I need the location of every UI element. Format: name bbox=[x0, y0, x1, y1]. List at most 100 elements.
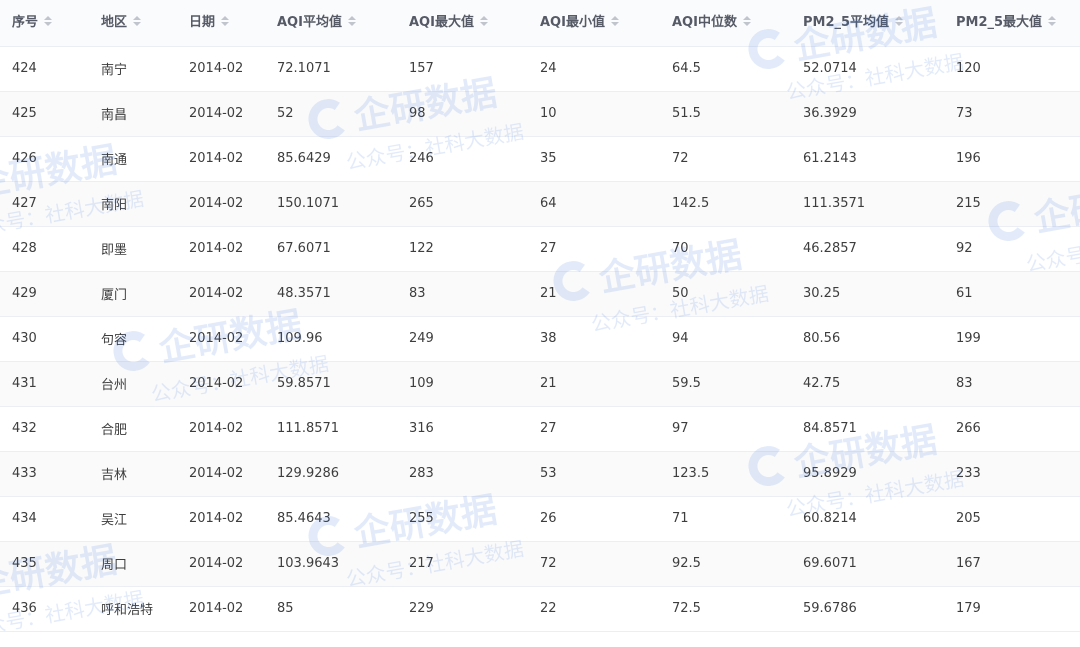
table-cell-aqi_min: 53 bbox=[528, 451, 660, 497]
sort-descending-icon[interactable] bbox=[133, 21, 142, 26]
table-cell-idx: 430 bbox=[0, 316, 89, 362]
column-header-date[interactable]: 日期 bbox=[177, 0, 265, 47]
table-cell-region: 吴江 bbox=[89, 496, 177, 542]
sort-ascending-icon[interactable] bbox=[479, 15, 488, 20]
table-row[interactable]: 428 即墨 2014-02 67.6071 122 27 70 46.2857 92 bbox=[0, 226, 1080, 272]
table-cell-pm25_max: 73 bbox=[944, 91, 1080, 137]
table-cell-date: 2014-02 bbox=[177, 496, 265, 542]
sort-ascending-icon[interactable] bbox=[347, 15, 356, 20]
column-header-label: AQI中位数 bbox=[672, 15, 737, 30]
table-cell-date: 2014-02 bbox=[177, 46, 265, 92]
table-cell-aqi_avg: 59.8571 bbox=[265, 361, 397, 407]
table-cell-aqi_min: 72 bbox=[528, 541, 660, 587]
column-header-idx[interactable]: 序号 bbox=[0, 0, 89, 47]
column-header-region[interactable]: 地区 bbox=[89, 0, 177, 47]
sort-descending-icon[interactable] bbox=[610, 21, 619, 26]
table-row[interactable]: 434 吴江 2014-02 85.4643 255 26 71 60.8214 205 bbox=[0, 496, 1080, 542]
table-row[interactable]: 436 呼和浩特 2014-02 85 229 22 72.5 59.6786 179 bbox=[0, 586, 1080, 632]
table-row[interactable]: 426 南通 2014-02 85.6429 246 35 72 61.2143 196 bbox=[0, 136, 1080, 182]
table-cell-aqi_median: 72.5 bbox=[660, 586, 791, 632]
column-header-pm25_avg[interactable]: PM2_5平均值 bbox=[791, 0, 944, 47]
column-header-aqi_avg[interactable]: AQI平均值 bbox=[265, 0, 397, 47]
sort-ascending-icon[interactable] bbox=[610, 15, 619, 20]
table-cell-aqi_median: 64.5 bbox=[660, 46, 791, 92]
sort-descending-icon[interactable] bbox=[44, 21, 53, 26]
table-cell-pm25_max: 233 bbox=[944, 451, 1080, 497]
column-header-pm25_max[interactable]: PM2_5最大值 bbox=[944, 0, 1080, 47]
table-cell-aqi_avg: 111.8571 bbox=[265, 406, 397, 452]
table-cell-aqi_max: 283 bbox=[397, 451, 528, 497]
sort-descending-icon[interactable] bbox=[895, 21, 904, 26]
table-cell-aqi_median: 50 bbox=[660, 271, 791, 317]
table-cell-aqi_avg: 48.3571 bbox=[265, 271, 397, 317]
table-cell-pm25_max: 83 bbox=[944, 361, 1080, 407]
table-cell-region: 周口 bbox=[89, 541, 177, 587]
table-cell-idx: 425 bbox=[0, 91, 89, 137]
sort-descending-icon[interactable] bbox=[742, 21, 751, 26]
sort-caret-icon[interactable] bbox=[347, 15, 356, 26]
table-cell-date: 2014-02 bbox=[177, 316, 265, 362]
table-cell-date: 2014-02 bbox=[177, 586, 265, 632]
sort-caret-icon[interactable] bbox=[133, 15, 142, 26]
sort-caret-icon[interactable] bbox=[895, 15, 904, 26]
table-cell-aqi_min: 27 bbox=[528, 226, 660, 272]
sort-ascending-icon[interactable] bbox=[133, 15, 142, 20]
table-cell-region: 南通 bbox=[89, 136, 177, 182]
table-cell-date: 2014-02 bbox=[177, 91, 265, 137]
table-cell-aqi_max: 217 bbox=[397, 541, 528, 587]
table-cell-aqi_median: 123.5 bbox=[660, 451, 791, 497]
column-header-label: AQI平均值 bbox=[277, 15, 342, 30]
column-header-aqi_max[interactable]: AQI最大值 bbox=[397, 0, 528, 47]
sort-ascending-icon[interactable] bbox=[44, 15, 53, 20]
sort-caret-icon[interactable] bbox=[610, 15, 619, 26]
data-table-container: 序号 地区 日期 AQI平均值 AQI最大值 AQI最小值 AQI中位数 PM2_5平均值 PM… bbox=[0, 0, 1080, 647]
column-header-inner: AQI最小值 bbox=[540, 11, 619, 30]
sort-caret-icon[interactable] bbox=[1048, 15, 1057, 26]
table-row[interactable]: 435 周口 2014-02 103.9643 217 72 92.5 69.6071 167 bbox=[0, 541, 1080, 587]
sort-caret-icon[interactable] bbox=[479, 15, 488, 26]
column-header-aqi_min[interactable]: AQI最小值 bbox=[528, 0, 660, 47]
table-cell-aqi_median: 72 bbox=[660, 136, 791, 182]
sort-caret-icon[interactable] bbox=[44, 15, 53, 26]
table-cell-region: 南宁 bbox=[89, 46, 177, 92]
sort-descending-icon[interactable] bbox=[347, 21, 356, 26]
table-cell-aqi_max: 246 bbox=[397, 136, 528, 182]
table-header-row: 序号 地区 日期 AQI平均值 AQI最大值 AQI最小值 AQI中位数 PM2_5平均值 PM… bbox=[0, 0, 1080, 47]
table-row[interactable]: 432 合肥 2014-02 111.8571 316 27 97 84.8571 266 bbox=[0, 406, 1080, 452]
sort-ascending-icon[interactable] bbox=[742, 15, 751, 20]
table-cell-pm25_max: 120 bbox=[944, 46, 1080, 92]
table-cell-idx: 426 bbox=[0, 136, 89, 182]
table-cell-pm25_max: 196 bbox=[944, 136, 1080, 182]
sort-descending-icon[interactable] bbox=[1048, 21, 1057, 26]
table-cell-date: 2014-02 bbox=[177, 181, 265, 227]
table-cell-date: 2014-02 bbox=[177, 271, 265, 317]
sort-descending-icon[interactable] bbox=[479, 21, 488, 26]
sort-ascending-icon[interactable] bbox=[1048, 15, 1057, 20]
table-row[interactable]: 433 吉林 2014-02 129.9286 283 53 123.5 95.8929 233 bbox=[0, 451, 1080, 497]
table-row[interactable]: 430 句容 2014-02 109.96 249 38 94 80.56 199 bbox=[0, 316, 1080, 362]
sort-descending-icon[interactable] bbox=[221, 21, 230, 26]
table-row[interactable]: 429 厦门 2014-02 48.3571 83 21 50 30.25 61 bbox=[0, 271, 1080, 317]
sort-caret-icon[interactable] bbox=[221, 15, 230, 26]
table-cell-pm25_avg: 95.8929 bbox=[791, 451, 944, 497]
table-cell-aqi_median: 59.5 bbox=[660, 361, 791, 407]
sort-caret-icon[interactable] bbox=[742, 15, 751, 26]
table-cell-pm25_avg: 46.2857 bbox=[791, 226, 944, 272]
column-header-label: PM2_5平均值 bbox=[803, 15, 890, 30]
column-header-label: 地区 bbox=[101, 15, 128, 30]
table-cell-date: 2014-02 bbox=[177, 136, 265, 182]
table-cell-aqi_avg: 85.6429 bbox=[265, 136, 397, 182]
table-cell-date: 2014-02 bbox=[177, 361, 265, 407]
column-header-label: AQI最小值 bbox=[540, 15, 605, 30]
table-row[interactable]: 427 南阳 2014-02 150.1071 265 64 142.5 111.3571 21… bbox=[0, 181, 1080, 227]
sort-ascending-icon[interactable] bbox=[895, 15, 904, 20]
sort-ascending-icon[interactable] bbox=[221, 15, 230, 20]
table-cell-aqi_min: 21 bbox=[528, 361, 660, 407]
table-row[interactable]: 425 南昌 2014-02 52 98 10 51.5 36.3929 73 bbox=[0, 91, 1080, 137]
column-header-label: 序号 bbox=[12, 15, 39, 30]
table-row[interactable]: 431 台州 2014-02 59.8571 109 21 59.5 42.75 83 bbox=[0, 361, 1080, 407]
table-row[interactable]: 424 南宁 2014-02 72.1071 157 24 64.5 52.0714 120 bbox=[0, 46, 1080, 92]
table-cell-idx: 432 bbox=[0, 406, 89, 452]
column-header-aqi_median[interactable]: AQI中位数 bbox=[660, 0, 791, 47]
table-cell-pm25_max: 179 bbox=[944, 586, 1080, 632]
